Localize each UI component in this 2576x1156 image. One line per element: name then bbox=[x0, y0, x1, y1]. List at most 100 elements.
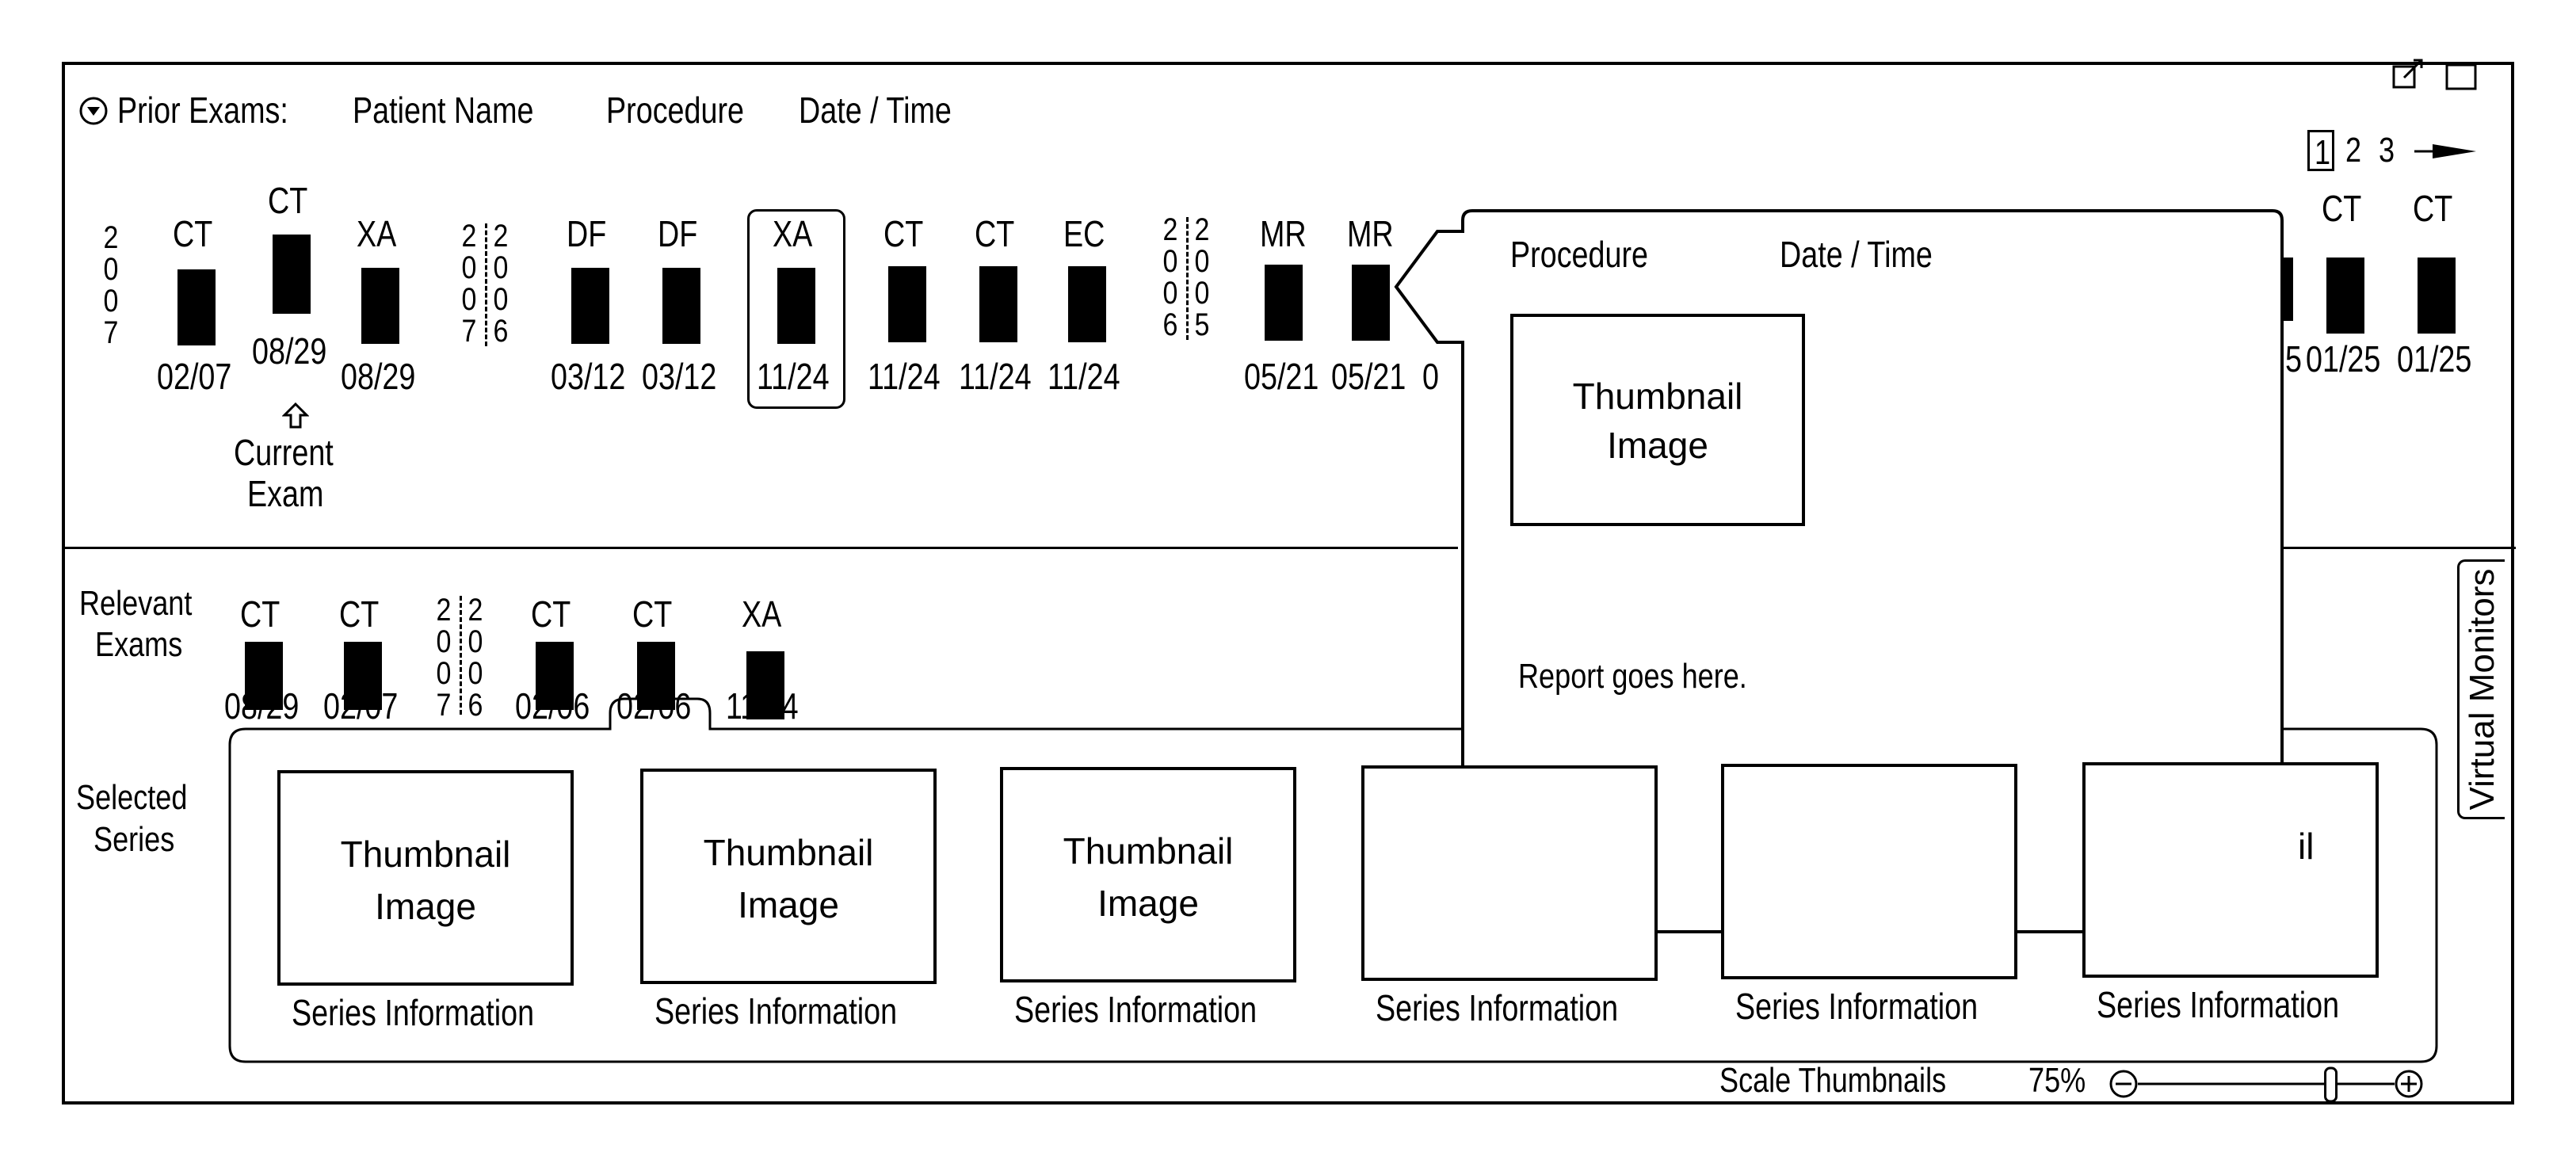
exam-date: 02/07 bbox=[323, 685, 399, 727]
thumbnail-label-2: Image bbox=[375, 886, 476, 927]
exam-date: 11/24 bbox=[959, 356, 1032, 397]
exam-bar[interactable] bbox=[1068, 266, 1106, 342]
selected-series-label-2: Series bbox=[93, 820, 175, 859]
popup-thumbnail-label-2: Image bbox=[1607, 425, 1708, 466]
maximize-icon[interactable] bbox=[2445, 63, 2479, 92]
exam-bar[interactable] bbox=[2418, 258, 2456, 334]
year-digit: 0 bbox=[467, 656, 483, 691]
exam-modality: CT bbox=[339, 593, 380, 635]
timeline-exam-date: 0 bbox=[1422, 356, 1439, 397]
exam-modality: XA bbox=[357, 213, 397, 254]
popup-datetime: Date / Time bbox=[1780, 234, 1933, 275]
exam-date: 05/21 bbox=[1331, 356, 1406, 397]
exam-modality: CT bbox=[632, 593, 673, 635]
zoom-in-icon[interactable] bbox=[2395, 1070, 2423, 1098]
year-digit: 0 bbox=[461, 250, 477, 285]
exam-bar[interactable] bbox=[177, 269, 216, 345]
series-information: Series Information bbox=[292, 992, 535, 1033]
series-information: Series Information bbox=[1735, 986, 1979, 1027]
year-digit: 2 bbox=[436, 593, 452, 628]
year-digit: 0 bbox=[103, 284, 119, 319]
exam-date: 11/24 bbox=[757, 356, 830, 397]
year-digit: 7 bbox=[436, 688, 452, 723]
year-digit: 0 bbox=[436, 656, 452, 691]
exam-date: 08/29 bbox=[341, 356, 416, 397]
exam-date: 02/07 bbox=[157, 356, 232, 397]
zoom-out-icon[interactable] bbox=[2109, 1070, 2138, 1098]
thumbnail-label-2: Image bbox=[1097, 883, 1199, 924]
year-digit: 0 bbox=[493, 250, 509, 285]
page-1-button[interactable]: 1 bbox=[2307, 130, 2334, 171]
exam-date: 08/29 bbox=[224, 685, 300, 727]
column-patient-name[interactable]: Patient Name bbox=[353, 92, 534, 128]
timeline-exam-bar[interactable] bbox=[2282, 258, 2293, 321]
year-separator bbox=[1186, 217, 1189, 340]
exam-bar[interactable] bbox=[361, 268, 399, 344]
year-digit: 7 bbox=[461, 314, 477, 349]
arrow-right-icon[interactable] bbox=[2413, 139, 2480, 163]
exam-bar[interactable] bbox=[2326, 258, 2364, 334]
virtual-monitors-tab[interactable]: Virtual Monitors bbox=[2457, 559, 2505, 819]
column-procedure[interactable]: Procedure bbox=[606, 92, 744, 128]
year-digit: 2 bbox=[493, 219, 509, 254]
series-thumbnail[interactable] bbox=[1361, 765, 1658, 981]
year-digit: 7 bbox=[103, 315, 119, 350]
year-separator bbox=[460, 596, 462, 715]
year-digit: 0 bbox=[493, 282, 509, 317]
series-thumbnail[interactable]: Thumbnail Image bbox=[640, 769, 937, 984]
year-digit: 0 bbox=[461, 282, 477, 317]
column-date-time[interactable]: Date / Time bbox=[799, 92, 952, 128]
exam-modality: DF bbox=[658, 213, 698, 254]
thumbnail-label-1: Thumbnail bbox=[703, 832, 874, 873]
thumbnail-label-1: Thumbnail bbox=[1063, 830, 1234, 872]
slider-thumb bbox=[2324, 1066, 2338, 1103]
series-information: Series Information bbox=[2097, 984, 2340, 1025]
circle-chevron-down-icon[interactable] bbox=[78, 95, 109, 127]
year-digit: 0 bbox=[1162, 244, 1178, 279]
exam-modality: DF bbox=[567, 213, 607, 254]
page-2-button[interactable]: 2 bbox=[2345, 133, 2361, 168]
popout-icon[interactable] bbox=[2391, 59, 2426, 90]
exam-date: 11/24 bbox=[868, 356, 941, 397]
scale-slider[interactable] bbox=[2108, 1065, 2425, 1104]
exam-date: 11/24 bbox=[726, 685, 799, 727]
exam-bar[interactable] bbox=[888, 266, 926, 342]
exam-bar[interactable] bbox=[273, 235, 311, 314]
year-digit: 0 bbox=[436, 624, 452, 659]
series-thumbnail[interactable]: Thumbnail Image bbox=[277, 770, 574, 986]
series-thumbnail[interactable]: Thumbnail Image bbox=[1000, 767, 1296, 982]
virtual-monitors-label: Virtual Monitors bbox=[2462, 568, 2502, 811]
exam-date: 02/06 bbox=[616, 685, 692, 727]
year-digit: 2 bbox=[1162, 212, 1178, 247]
year-digit: 2 bbox=[103, 220, 119, 255]
exam-bar[interactable] bbox=[662, 268, 700, 344]
series-thumbnail[interactable]: il bbox=[2082, 762, 2379, 978]
exam-bar[interactable] bbox=[1352, 265, 1390, 341]
exam-modality: XA bbox=[773, 213, 813, 254]
exam-modality: EC bbox=[1063, 213, 1105, 254]
exam-modality: CT bbox=[268, 180, 308, 221]
exam-date: 01/25 bbox=[2397, 338, 2472, 380]
current-exam-label-2: Exam bbox=[247, 473, 324, 514]
relevant-label-1: Relevant bbox=[79, 584, 193, 623]
exam-modality: CT bbox=[531, 593, 571, 635]
exam-date: 11/24 bbox=[1048, 356, 1120, 397]
year-separator bbox=[485, 223, 487, 346]
series-information: Series Information bbox=[654, 990, 898, 1032]
exam-bar[interactable] bbox=[979, 266, 1017, 342]
series-thumbnail[interactable] bbox=[1721, 764, 2017, 979]
selected-series-label-1: Selected bbox=[76, 778, 188, 817]
exam-modality: CT bbox=[173, 213, 213, 254]
page-3-button[interactable]: 3 bbox=[2379, 133, 2395, 168]
popup-thumbnail[interactable]: Thumbnail Image bbox=[1510, 314, 1805, 526]
year-digit: 0 bbox=[103, 252, 119, 287]
thumbnail-label-2: Image bbox=[738, 884, 839, 925]
exam-bar[interactable] bbox=[571, 268, 609, 344]
page-1-label: 1 bbox=[2315, 133, 2331, 172]
exam-bar[interactable] bbox=[1265, 265, 1303, 341]
exam-modality: CT bbox=[883, 213, 924, 254]
exam-date: 03/12 bbox=[642, 356, 717, 397]
exam-date: 08/29 bbox=[252, 330, 327, 372]
exam-bar[interactable] bbox=[777, 268, 815, 344]
year-digit: 5 bbox=[1194, 307, 1210, 342]
